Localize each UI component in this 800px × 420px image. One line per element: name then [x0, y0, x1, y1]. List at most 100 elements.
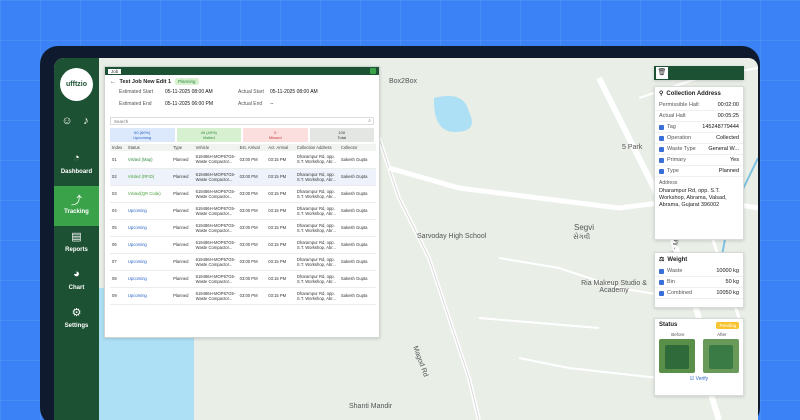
cell-collector: Sakesh Gupta — [338, 219, 376, 237]
table-row[interactable]: 09 Upcoming Planned 619486H-MOP67G5-Waste C… — [110, 287, 376, 305]
map-label-ria: Ria Makeup Studio & Academy — [581, 280, 647, 294]
actual-halt-label: Actual Halt — [659, 113, 686, 119]
combined-icon — [659, 290, 664, 296]
cell-index: 07 — [110, 253, 126, 271]
cell-index: 06 — [110, 236, 126, 254]
table-row[interactable]: 04 Upcoming Planned 619486H-MOP67G5-Waste C… — [110, 202, 376, 220]
search-placeholder: Search — [114, 119, 129, 124]
map-lake — [433, 95, 472, 132]
cell-status: Visited (Map) — [125, 151, 172, 169]
tag-value: 145248779444 — [702, 124, 739, 130]
column-header[interactable]: Collection Address — [294, 144, 339, 151]
cell-collector: Sakesh Gupta — [338, 236, 376, 254]
table-row[interactable]: 05 Upcoming Planned 619486H-MOP67G5-Waste C… — [110, 219, 376, 237]
waste-type-row: Waste Type General W... — [655, 144, 743, 155]
table-row[interactable]: 08 Upcoming Planned 619486H-MOP67G5-Waste C… — [110, 270, 376, 288]
nav-chart[interactable]: ◕ Chart — [54, 262, 99, 302]
cell-index: 05 — [110, 219, 126, 237]
map-label-school: Sarvoday High School — [417, 233, 487, 240]
address-label: Address — [659, 180, 678, 186]
cell-vehicle: 619486H-MOP67G5-Waste Compactor... — [193, 219, 238, 237]
permissible-halt-row: Permissible Halt 00:02:00 — [655, 100, 743, 111]
primary-row: Primary Yes — [655, 155, 743, 166]
address-block: Address Dharampur Rd, opp. S.T. Workshop… — [655, 177, 743, 212]
cell-index: 09 — [110, 287, 126, 305]
weight-header: ⚖ Weight — [655, 253, 743, 266]
status-title: Status — [659, 322, 678, 328]
status-badge: Pending — [716, 322, 739, 329]
table-row[interactable]: 01 Visited (Map) Planned 619486H-MOP67G5-Wa… — [110, 151, 376, 169]
combined-weight-row: Combined 10050 kg — [655, 288, 743, 299]
stat-card[interactable]: 100 Total — [309, 128, 374, 142]
verify-button[interactable]: ☑ Verify — [655, 376, 743, 382]
cell-act: 03:15 PM — [266, 219, 295, 237]
expand-icon[interactable] — [370, 68, 376, 74]
stat-card[interactable]: 0 Missed — [243, 128, 308, 142]
nav-tracking-label: Tracking — [64, 209, 89, 215]
nav-tracking[interactable]: ⤴ Tracking — [54, 186, 99, 226]
stat-card[interactable]: 40 (40%) Visited — [176, 128, 241, 142]
nav-reports[interactable]: ▤ Reports — [54, 224, 99, 264]
before-photo[interactable] — [659, 339, 695, 373]
column-header[interactable]: Vehicle — [193, 144, 238, 151]
map-label-segvi-gujarati: સેગવી — [573, 234, 591, 241]
table-row[interactable]: 07 Upcoming Planned 619486H-MOP67G5-Waste C… — [110, 253, 376, 271]
stat-card[interactable]: 60 (60%) Upcoming — [110, 128, 175, 142]
table-row[interactable]: 02 Visited (RFID) Planned 619486H-MOP67G5-W… — [110, 168, 376, 186]
cell-addr: Dharampur Rd, opp. S.T. Workshop, Abr... — [294, 219, 339, 237]
after-photo[interactable] — [703, 339, 739, 373]
cell-vehicle: 619486H-MOP67G5-Waste Compactor... — [193, 151, 238, 169]
cell-collector: Sakesh Gupta — [338, 168, 376, 186]
nav-dashboard[interactable]: ◔ Dashboard — [54, 146, 99, 186]
cell-est: 03:00 PM — [237, 185, 267, 203]
tag-icon — [659, 124, 664, 130]
cell-addr: Dharampur Rd, opp. S.T. Workshop, Abr... — [294, 168, 339, 186]
primary-icon — [659, 157, 664, 163]
permissible-halt-label: Permissible Halt — [659, 102, 699, 108]
cell-vehicle: 619486H-MOP67G5-Waste Compactor... — [193, 270, 238, 288]
map-label-5-park: 5 Park — [622, 144, 643, 151]
column-header[interactable]: Collector — [338, 144, 376, 151]
column-header[interactable]: Status — [125, 144, 172, 151]
job-tab[interactable]: Job — [108, 68, 122, 74]
table-row[interactable]: 03 Visited(QR Code) Planned 619486H-MOP67G5… — [110, 185, 376, 203]
user-icon[interactable]: ☺ — [60, 114, 74, 128]
cell-vehicle: 619486H-MOP67G5-Waste Compactor... — [193, 202, 238, 220]
map-label-segvi: Segvi — [574, 223, 595, 232]
search-icon[interactable]: ⌕ — [368, 118, 371, 125]
sidebar: ufftzio ☺ ♪ ◔ Dashboard ⤴ Tracking ▤ Rep… — [54, 58, 99, 420]
cell-index: 03 — [110, 185, 126, 203]
column-header[interactable]: Est. Arrival — [237, 144, 267, 151]
back-arrow-icon[interactable]: ← — [110, 79, 116, 85]
act-start-label: Actual Start — [238, 89, 264, 95]
app-logo[interactable]: ufftzio — [60, 68, 93, 101]
act-start-value: 05-11-2025 08:00 AM — [270, 89, 318, 95]
nav-settings[interactable]: ⚙ Settings — [54, 300, 99, 340]
cell-status: Upcoming — [125, 236, 172, 254]
cell-type: Planned — [171, 185, 194, 203]
status-card: Status Pending Before After ☑ Verify — [654, 318, 744, 396]
bell-icon[interactable]: ♪ — [79, 114, 93, 128]
table-row[interactable]: 06 Upcoming Planned 619486H-MOP67G5-Waste C… — [110, 236, 376, 254]
cell-index: 04 — [110, 202, 126, 220]
est-start-value: 05-11-2025 08:00 AM — [165, 89, 213, 95]
cell-status: Upcoming — [125, 287, 172, 305]
cell-index: 01 — [110, 151, 126, 169]
cell-vehicle: 619486H-MOP67G5-Waste Compactor... — [193, 253, 238, 271]
search-input[interactable]: Search ⌕ — [110, 117, 374, 125]
job-header: ← Test Job New Edit 1 Planning — [105, 75, 379, 88]
photo-labels: Before After — [655, 332, 743, 337]
bin-weight-row: Bin 50 kg — [655, 277, 743, 288]
est-start-label: Estimated Start — [119, 89, 154, 95]
trash-icon[interactable]: 🗑 — [656, 67, 668, 79]
column-header[interactable]: Act. Arrival — [266, 144, 295, 151]
column-header[interactable]: Type — [171, 144, 194, 151]
act-end-label: Actual End — [238, 101, 263, 107]
app-screen: Box2Box 5 Park Sarvoday High School Segv… — [54, 58, 758, 420]
cell-status: Upcoming — [125, 270, 172, 288]
cell-act: 03:15 PM — [266, 270, 295, 288]
cell-vehicle: 619486H-MOP67G5-Waste Compactor... — [193, 236, 238, 254]
cell-est: 03:00 PM — [237, 151, 267, 169]
gear-icon: ⚙ — [71, 307, 82, 319]
column-header[interactable]: Index — [110, 144, 126, 151]
